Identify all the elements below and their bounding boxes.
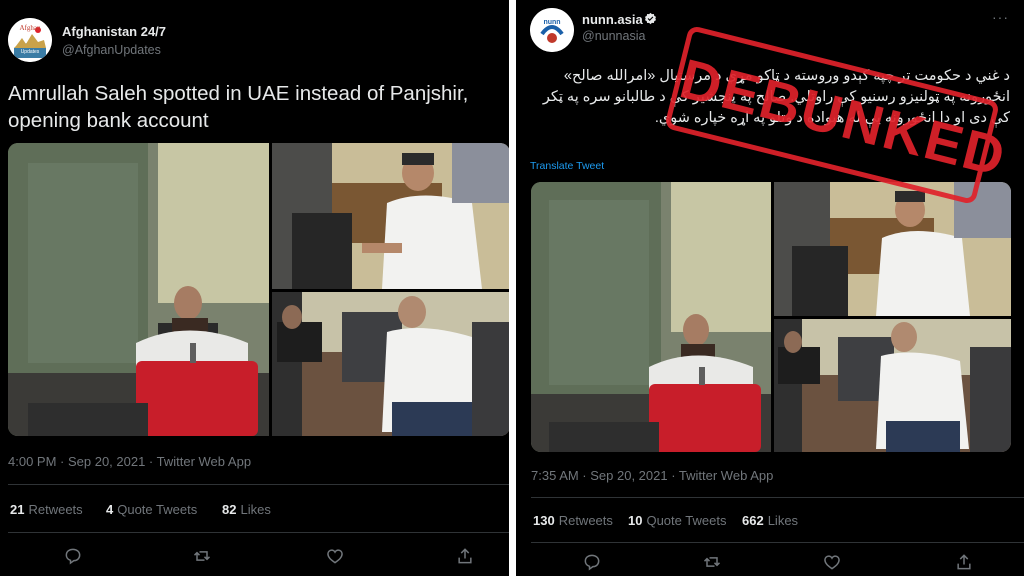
photo-man-with-suitcase[interactable]: [531, 182, 771, 452]
quote-tweets-count: 10: [628, 513, 643, 528]
handle[interactable]: @nunnasia: [582, 29, 645, 43]
photo-scene: [272, 143, 509, 289]
tweet-photo-collage[interactable]: [531, 182, 1011, 452]
nunn-logo: nunn: [530, 8, 574, 52]
svg-text:nunn: nunn: [543, 19, 560, 26]
svg-text:Afghan: Afghan: [20, 24, 41, 32]
retweets-stat[interactable]: 21 Retweets: [10, 502, 83, 517]
photo-man-at-desk-top[interactable]: [774, 182, 1011, 316]
like-icon[interactable]: [325, 546, 345, 566]
reply-icon[interactable]: [63, 546, 83, 566]
photo-scene: [531, 182, 771, 452]
afghan-updates-logo: Afghan Updates: [8, 18, 52, 62]
retweets-stat[interactable]: 130 Retweets: [533, 513, 613, 528]
quote-tweets-label: Quote Tweets: [117, 502, 198, 517]
photo-man-with-suitcase[interactable]: [8, 143, 269, 436]
quote-tweets-stat[interactable]: 4 Quote Tweets: [106, 502, 197, 517]
likes-label: Likes: [767, 513, 799, 528]
quote-tweets-label: Quote Tweets: [646, 513, 727, 528]
quote-tweets-stat[interactable]: 10 Quote Tweets: [628, 513, 726, 528]
photo-scene: [774, 182, 1011, 316]
retweets-count: 21: [10, 502, 25, 517]
likes-count: 82: [222, 502, 237, 517]
likes-label: Likes: [240, 502, 271, 517]
likes-stat[interactable]: 662 Likes: [742, 513, 798, 528]
share-icon[interactable]: [455, 546, 475, 566]
avatar[interactable]: Afghan Updates: [8, 18, 52, 62]
tweet-timestamp[interactable]: 7:35 AM · Sep 20, 2021 · Twitter Web App: [531, 468, 773, 483]
avatar[interactable]: nunn: [530, 8, 574, 52]
photo-man-at-desk-bottom[interactable]: [774, 319, 1011, 452]
likes-count: 662: [742, 513, 764, 528]
more-icon[interactable]: ···: [992, 9, 1009, 25]
reply-icon[interactable]: [582, 552, 602, 572]
svg-text:Updates: Updates: [21, 49, 40, 55]
share-icon[interactable]: [954, 552, 974, 572]
divider: [531, 542, 1024, 543]
retweets-label: Retweets: [28, 502, 83, 517]
photo-man-at-desk-top[interactable]: [272, 143, 509, 289]
display-name[interactable]: nunn.asia: [582, 12, 643, 27]
photo-scene: [774, 319, 1011, 452]
likes-stat[interactable]: 82 Likes: [222, 502, 271, 517]
tweet-text: Amrullah Saleh spotted in UAE instead of…: [8, 82, 469, 132]
divider: [8, 484, 509, 485]
left-tweet-panel: Afghan Updates Afghanistan 24/7 @AfghanU…: [0, 0, 509, 576]
like-icon[interactable]: [822, 552, 842, 572]
display-name[interactable]: Afghanistan 24/7: [62, 24, 166, 39]
quote-tweets-count: 4: [106, 502, 114, 517]
translate-tweet-link[interactable]: Translate Tweet: [530, 160, 604, 172]
photo-scene: [8, 143, 269, 436]
divider: [531, 497, 1024, 498]
tweet-photo-collage[interactable]: [8, 143, 509, 436]
tweet-timestamp[interactable]: 4:00 PM · Sep 20, 2021 · Twitter Web App: [8, 454, 251, 469]
verified-icon: [644, 12, 657, 25]
retweet-icon[interactable]: [702, 552, 722, 572]
retweets-label: Retweets: [558, 513, 613, 528]
divider: [8, 532, 509, 533]
retweets-count: 130: [533, 513, 555, 528]
retweet-icon[interactable]: [192, 546, 212, 566]
handle[interactable]: @AfghanUpdates: [62, 43, 161, 57]
photo-scene: [272, 292, 509, 436]
photo-man-at-desk-bottom[interactable]: [272, 292, 509, 436]
